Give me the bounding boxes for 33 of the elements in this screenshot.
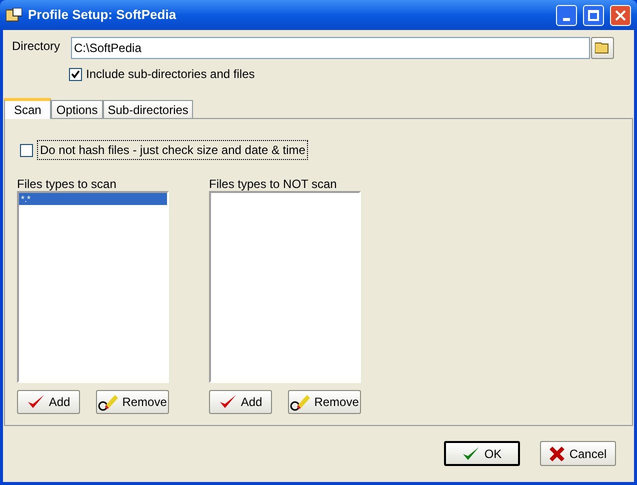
eraser-pen-icon: [290, 393, 310, 411]
file-type-list[interactable]: *.*: [17, 191, 169, 383]
remove-button[interactable]: Remove: [96, 390, 169, 414]
checkbox-label: Do not hash files - just check size and date & time: [37, 140, 308, 160]
list-label: Files types to NOT scan: [209, 176, 338, 191]
cross-icon: [549, 446, 566, 462]
folder-icon: [594, 42, 610, 54]
maximize-button[interactable]: [583, 4, 604, 26]
close-button[interactable]: [610, 4, 631, 26]
check-mark-icon: [218, 394, 237, 410]
add-button[interactable]: Add: [209, 390, 272, 414]
minimize-button[interactable]: [556, 4, 577, 26]
eraser-pen-icon: [98, 393, 118, 411]
cancel-button[interactable]: Cancel: [540, 441, 616, 466]
check-mark-icon: [462, 446, 480, 462]
tab[interactable]: Options: [51, 100, 103, 118]
remove-button[interactable]: Remove: [288, 390, 361, 414]
list-label: Files types to scan: [17, 176, 118, 191]
file-type-list[interactable]: [209, 191, 361, 383]
app-icon: [6, 8, 22, 22]
tab[interactable]: Scan: [4, 98, 52, 119]
list-item[interactable]: *.*: [19, 193, 167, 205]
checkbox[interactable]: [69, 68, 82, 80]
directory-field[interactable]: C:\SoftPedia: [71, 37, 590, 59]
window-title: Profile Setup: SoftPedia: [28, 6, 178, 24]
ok-button[interactable]: OK: [444, 441, 520, 466]
tab[interactable]: Sub-directories: [102, 100, 194, 118]
close-icon: [615, 10, 626, 20]
checkbox[interactable]: [20, 144, 33, 156]
browse-button[interactable]: [591, 37, 614, 59]
checkbox-label: Include sub-directories and files: [86, 66, 255, 83]
check-mark-icon: [26, 394, 45, 410]
add-button[interactable]: Add: [17, 390, 80, 414]
